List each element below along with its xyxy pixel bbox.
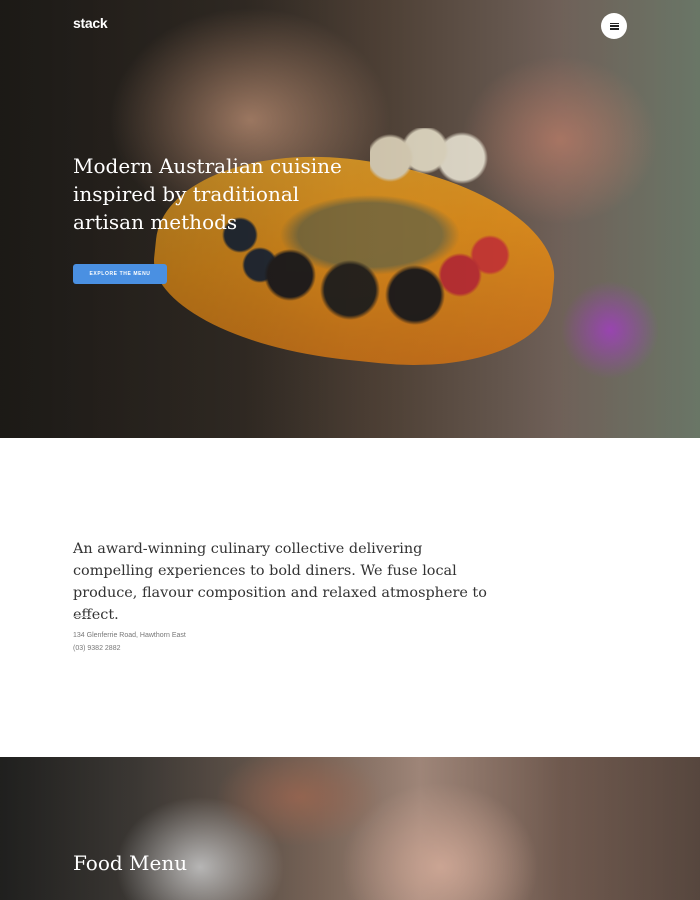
hero-section: stack Modern Australian cuisine inspired… [0, 0, 700, 438]
hero-title: Modern Australian cuisine inspired by tr… [73, 154, 342, 234]
about-description: An award-winning culinary collective del… [73, 541, 487, 623]
hamburger-menu-icon [609, 22, 619, 30]
address-text: 134 Glenferrie Road, Hawthorn East [73, 632, 186, 639]
food-menu-title: Food Menu [73, 851, 188, 875]
food-menu-overlay [0, 757, 700, 900]
menu-button[interactable] [601, 13, 627, 39]
site-logo[interactable]: stack [73, 15, 108, 31]
phone-text: (03) 9382 2882 [73, 645, 121, 652]
food-menu-section: Food Menu [0, 757, 700, 900]
divider [73, 616, 91, 617]
about-section: An award-winning culinary collective del… [0, 438, 700, 757]
explore-menu-button[interactable]: EXPLORE THE MENU [73, 264, 167, 284]
